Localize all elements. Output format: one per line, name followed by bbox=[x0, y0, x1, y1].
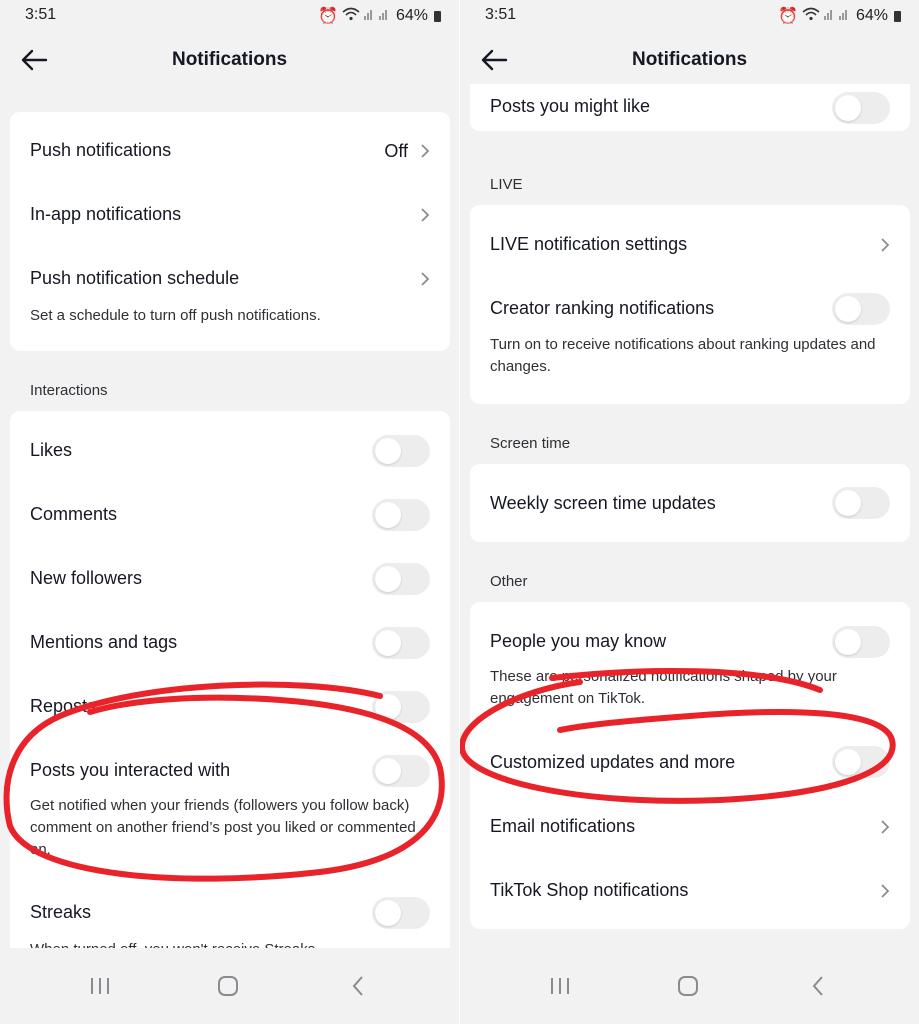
row-description: Turn on to receive notifications about r… bbox=[490, 336, 876, 375]
posts-interacted-toggle[interactable] bbox=[372, 755, 430, 787]
screen-time-card: Weekly screen time updates bbox=[470, 464, 910, 542]
back-nav-icon[interactable] bbox=[800, 968, 836, 1004]
row-label: Mentions and tags bbox=[30, 632, 178, 652]
people-may-know-row: People you may know These are personaliz… bbox=[470, 602, 910, 722]
alarm-icon: ⏰ bbox=[318, 8, 338, 25]
row-label: Posts you interacted with bbox=[30, 760, 231, 780]
push-schedule-row[interactable]: Push notification schedule Set a schedul… bbox=[10, 240, 450, 351]
row-label: People you may know bbox=[490, 631, 667, 651]
streaks-toggle[interactable] bbox=[372, 897, 430, 929]
battery-icon bbox=[434, 10, 441, 22]
signal-icon bbox=[363, 7, 392, 25]
page-title: Notifications bbox=[171, 49, 288, 70]
row-label: In-app notifications bbox=[30, 204, 182, 224]
page-title: Notifications bbox=[631, 49, 748, 70]
chevron-right-icon bbox=[881, 238, 890, 252]
header: Notifications bbox=[0, 38, 459, 84]
row-label: Likes bbox=[30, 440, 73, 460]
row-description: Get notified when your friends (follower… bbox=[30, 797, 416, 858]
mentions-row: Mentions and tags bbox=[10, 603, 450, 667]
push-notifications-row[interactable]: Push notifications Off bbox=[10, 112, 450, 176]
creator-ranking-toggle[interactable] bbox=[832, 293, 890, 325]
creator-ranking-row: Creator ranking notifications Turn on to… bbox=[470, 269, 910, 404]
comments-row: Comments bbox=[10, 475, 450, 539]
settings-list: Push notifications Off In-app notificati… bbox=[0, 84, 459, 948]
chevron-right-icon bbox=[881, 820, 890, 834]
row-value: Off bbox=[384, 141, 408, 161]
home-icon[interactable] bbox=[670, 968, 706, 1004]
new-followers-row: New followers bbox=[10, 539, 450, 603]
system-nav-bar bbox=[0, 948, 459, 1024]
row-label: Push notifications bbox=[30, 140, 172, 160]
reposts-toggle[interactable] bbox=[372, 691, 430, 723]
row-label: Reposts bbox=[30, 696, 97, 716]
row-label: Weekly screen time updates bbox=[490, 493, 716, 513]
other-card: People you may know These are personaliz… bbox=[470, 602, 910, 929]
status-bar: 3:51 ⏰ 64% bbox=[460, 0, 919, 30]
posts-might-like-toggle[interactable] bbox=[832, 92, 890, 124]
posts-interacted-row: Posts you interacted with Get notified w… bbox=[10, 731, 450, 867]
row-label: Streaks bbox=[30, 902, 92, 922]
general-card: Push notifications Off In-app notificati… bbox=[10, 112, 450, 351]
chevron-right-icon bbox=[421, 208, 430, 222]
home-icon[interactable] bbox=[210, 968, 246, 1004]
streaks-row: Streaks When turned off, you won't recei… bbox=[10, 873, 450, 948]
chevron-right-icon bbox=[881, 884, 890, 898]
mentions-toggle[interactable] bbox=[372, 627, 430, 659]
row-label: LIVE notification settings bbox=[490, 234, 688, 254]
section-screen-time: Screen time bbox=[490, 435, 571, 452]
row-label: Customized updates and more bbox=[490, 752, 736, 772]
signal-icon bbox=[823, 7, 852, 25]
row-label: New followers bbox=[30, 568, 143, 588]
section-other: Other bbox=[490, 573, 528, 590]
interactions-card: Likes Comments New followers Mentions an… bbox=[10, 411, 450, 948]
email-notifications-row[interactable]: Email notifications bbox=[470, 794, 910, 858]
wifi-icon bbox=[342, 7, 360, 26]
status-bar: 3:51 ⏰ 64% bbox=[0, 0, 459, 30]
row-description: When turned off, you won't receive Strea… bbox=[30, 939, 430, 948]
posts-might-like-row: Posts you might like bbox=[470, 84, 910, 131]
recommendations-card: Posts you might like bbox=[470, 84, 910, 131]
section-live: LIVE bbox=[490, 176, 523, 193]
row-label: Posts you might like bbox=[490, 96, 651, 116]
recent-apps-icon[interactable] bbox=[82, 968, 118, 1004]
system-nav-bar bbox=[460, 948, 919, 1024]
weekly-screen-time-row: Weekly screen time updates bbox=[470, 464, 910, 542]
alarm-icon: ⏰ bbox=[778, 8, 798, 25]
status-time: 3:51 bbox=[25, 6, 57, 23]
row-label: Comments bbox=[30, 504, 118, 524]
comments-toggle[interactable] bbox=[372, 499, 430, 531]
row-label: TikTok Shop notifications bbox=[490, 880, 689, 900]
battery-icon bbox=[894, 10, 901, 22]
tiktok-shop-notifications-row[interactable]: TikTok Shop notifications bbox=[470, 858, 910, 922]
row-label: Email notifications bbox=[490, 816, 636, 836]
status-time: 3:51 bbox=[485, 6, 517, 23]
chevron-right-icon bbox=[421, 272, 430, 286]
battery-text: 64% bbox=[855, 7, 888, 24]
customized-updates-row: Customized updates and more bbox=[470, 730, 910, 794]
row-description: Set a schedule to turn off push notifica… bbox=[30, 307, 321, 324]
likes-toggle[interactable] bbox=[372, 435, 430, 467]
chevron-right-icon bbox=[421, 144, 430, 158]
header: Notifications bbox=[460, 38, 919, 84]
back-nav-icon[interactable] bbox=[340, 968, 376, 1004]
row-label: Push notification schedule bbox=[30, 268, 240, 288]
in-app-notifications-row[interactable]: In-app notifications bbox=[10, 176, 450, 240]
recent-apps-icon[interactable] bbox=[542, 968, 578, 1004]
reposts-row: Reposts bbox=[10, 667, 450, 731]
people-may-know-toggle[interactable] bbox=[832, 626, 890, 658]
settings-list: Posts you might like LIVE LIVE notificat… bbox=[460, 84, 919, 948]
row-description: These are personalized notifications sha… bbox=[490, 668, 837, 707]
row-label: Creator ranking notifications bbox=[490, 298, 715, 318]
left-screen: 3:51 ⏰ 64% Notifications Push notificati… bbox=[0, 0, 459, 1024]
customized-updates-toggle[interactable] bbox=[832, 746, 890, 778]
battery-text: 64% bbox=[395, 7, 428, 24]
section-interactions: Interactions bbox=[30, 382, 108, 399]
live-settings-row[interactable]: LIVE notification settings bbox=[470, 205, 910, 269]
new-followers-toggle[interactable] bbox=[372, 563, 430, 595]
live-card: LIVE notification settings Creator ranki… bbox=[470, 205, 910, 404]
wifi-icon bbox=[802, 7, 820, 26]
weekly-screen-time-toggle[interactable] bbox=[832, 487, 890, 519]
right-screen: 3:51 ⏰ 64% Notifications Posts you might… bbox=[460, 0, 919, 1024]
